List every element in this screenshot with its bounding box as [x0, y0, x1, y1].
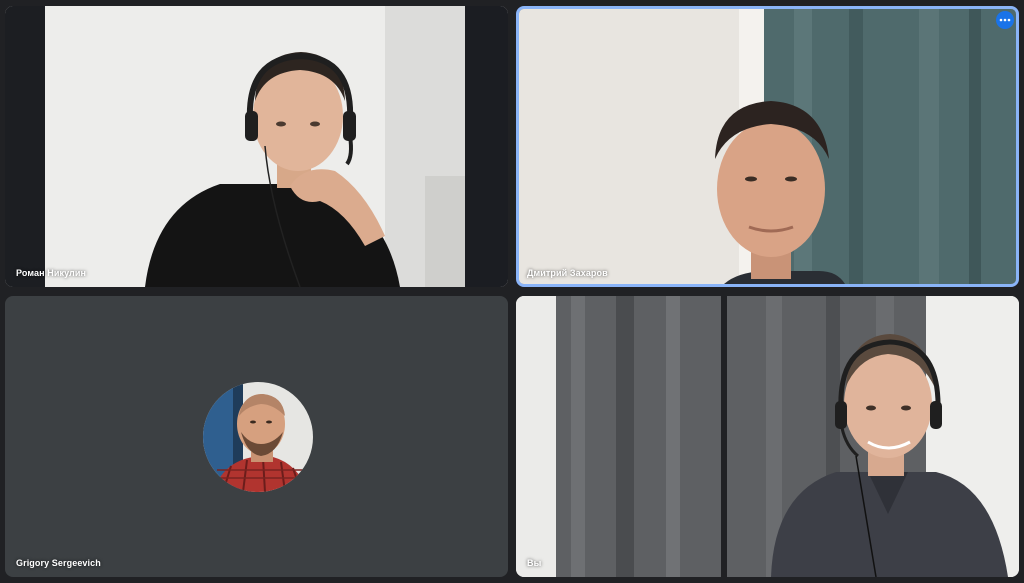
video-feed [519, 9, 1016, 284]
participant-name: Роман Никулин [16, 268, 87, 278]
participant-tile-roman[interactable]: Роман Никулин [5, 6, 508, 287]
participant-tile-self[interactable]: Вы [516, 296, 1019, 577]
video-feed [516, 296, 1019, 577]
more-horiz-icon [999, 18, 1011, 22]
avatar [203, 382, 313, 492]
video-feed [5, 6, 508, 287]
participant-name: Вы [527, 558, 542, 568]
participant-name: Дмитрий Захаров [527, 268, 608, 278]
participant-tile-grigory[interactable]: Grigory Sergeevich [5, 296, 508, 577]
more-options-button[interactable] [996, 11, 1014, 29]
participant-tile-dmitry[interactable]: Дмитрий Захаров [516, 6, 1019, 287]
participant-name: Grigory Sergeevich [16, 558, 101, 568]
